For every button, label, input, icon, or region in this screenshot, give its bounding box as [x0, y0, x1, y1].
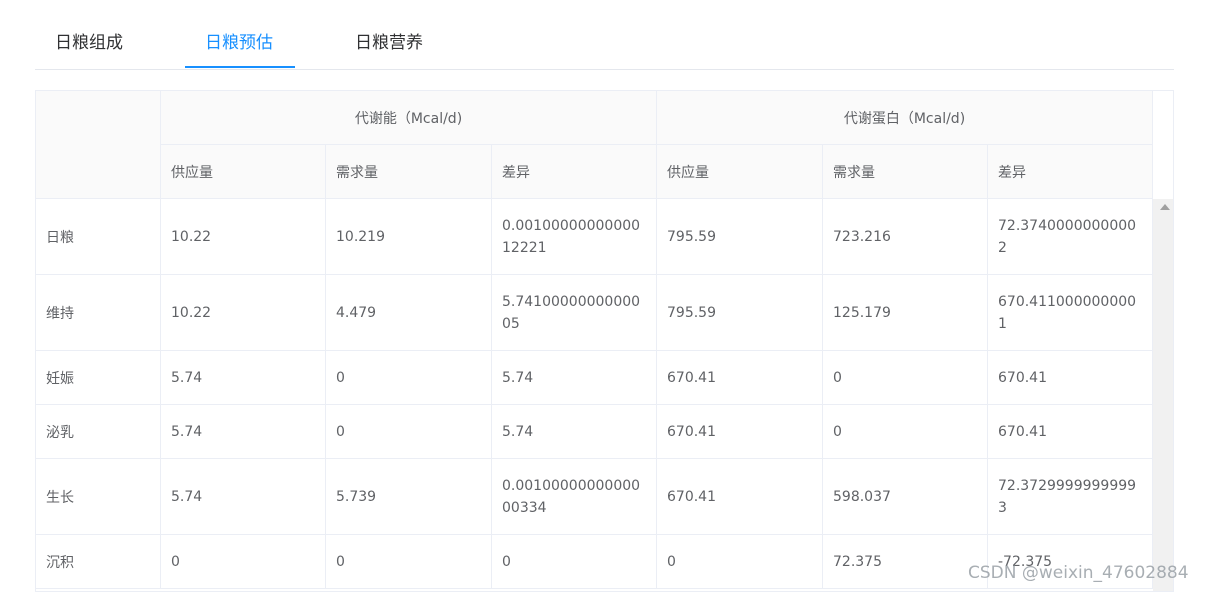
- table-cell: 670.41: [657, 405, 823, 459]
- tabs-bar: 日粮组成 日粮预估 日粮营养: [35, 0, 1174, 70]
- table-cell: 5.74: [161, 459, 326, 535]
- table-cell: 0.0010000000000012221: [492, 199, 657, 275]
- table-cell: 10.22: [161, 275, 326, 351]
- tab-diet-composition[interactable]: 日粮组成: [55, 0, 123, 70]
- col-header: 需求量: [326, 145, 492, 199]
- table-cell: 0: [657, 535, 823, 589]
- watermark: CSDN @weixin_47602884: [968, 563, 1189, 583]
- table-cell: 72.37299999999993: [988, 459, 1153, 535]
- table-cell: 670.41: [657, 351, 823, 405]
- tab-diet-nutrition[interactable]: 日粮营养: [355, 0, 423, 70]
- table-cell: 4.479: [326, 275, 492, 351]
- row-label: 沉积: [36, 535, 161, 589]
- col-header: 差异: [492, 145, 657, 199]
- table-cell: 0: [326, 535, 492, 589]
- table-cell: 670.41: [988, 351, 1153, 405]
- table-cell: 723.216: [823, 199, 988, 275]
- row-label: 妊娠: [36, 351, 161, 405]
- col-header: 供应量: [657, 145, 823, 199]
- table-cell: 72.37400000000002: [988, 199, 1153, 275]
- table-cell: 0: [823, 405, 988, 459]
- row-label: 泌乳: [36, 405, 161, 459]
- table-cell: 5.74: [492, 351, 657, 405]
- table-cell: 670.41: [657, 459, 823, 535]
- table-corner: [36, 91, 161, 199]
- table-cell: 670.4110000000001: [988, 275, 1153, 351]
- table-cell: 5.74: [161, 405, 326, 459]
- col-header: 差异: [988, 145, 1153, 199]
- row-label: 生长: [36, 459, 161, 535]
- table-cell: 72.375: [823, 535, 988, 589]
- vertical-scrollbar[interactable]: [1153, 199, 1173, 591]
- table-cell: 0: [823, 351, 988, 405]
- col-header: 供应量: [161, 145, 326, 199]
- table-cell: 0: [326, 405, 492, 459]
- row-label: 维持: [36, 275, 161, 351]
- table-cell: 795.59: [657, 275, 823, 351]
- col-header: 需求量: [823, 145, 988, 199]
- table-cell: 795.59: [657, 199, 823, 275]
- table-cell: 10.219: [326, 199, 492, 275]
- table-cell: 5.7410000000000005: [492, 275, 657, 351]
- table-cell: 0: [492, 535, 657, 589]
- table-cell: 125.179: [823, 275, 988, 351]
- table-cell: 5.739: [326, 459, 492, 535]
- scroll-up-arrow-icon[interactable]: [1160, 204, 1170, 210]
- group-header-metabolizable-protein: 代谢蛋白（Mcal/d): [657, 91, 1153, 145]
- estimate-table: 代谢能（Mcal/d) 代谢蛋白（Mcal/d) 供应量 需求量 差异 供应量 …: [35, 90, 1174, 592]
- table-cell: 0.0010000000000000334: [492, 459, 657, 535]
- active-tab-indicator: [185, 66, 295, 68]
- table-cell: 10.22: [161, 199, 326, 275]
- group-header-metabolizable-energy: 代谢能（Mcal/d): [161, 91, 657, 145]
- table-cell: 5.74: [492, 405, 657, 459]
- table-cell: 0: [326, 351, 492, 405]
- table-cell: 0: [161, 535, 326, 589]
- tab-diet-estimate[interactable]: 日粮预估: [205, 0, 273, 70]
- row-label: 日粮: [36, 199, 161, 275]
- table-cell: 598.037: [823, 459, 988, 535]
- table-cell: 670.41: [988, 405, 1153, 459]
- table-cell: 5.74: [161, 351, 326, 405]
